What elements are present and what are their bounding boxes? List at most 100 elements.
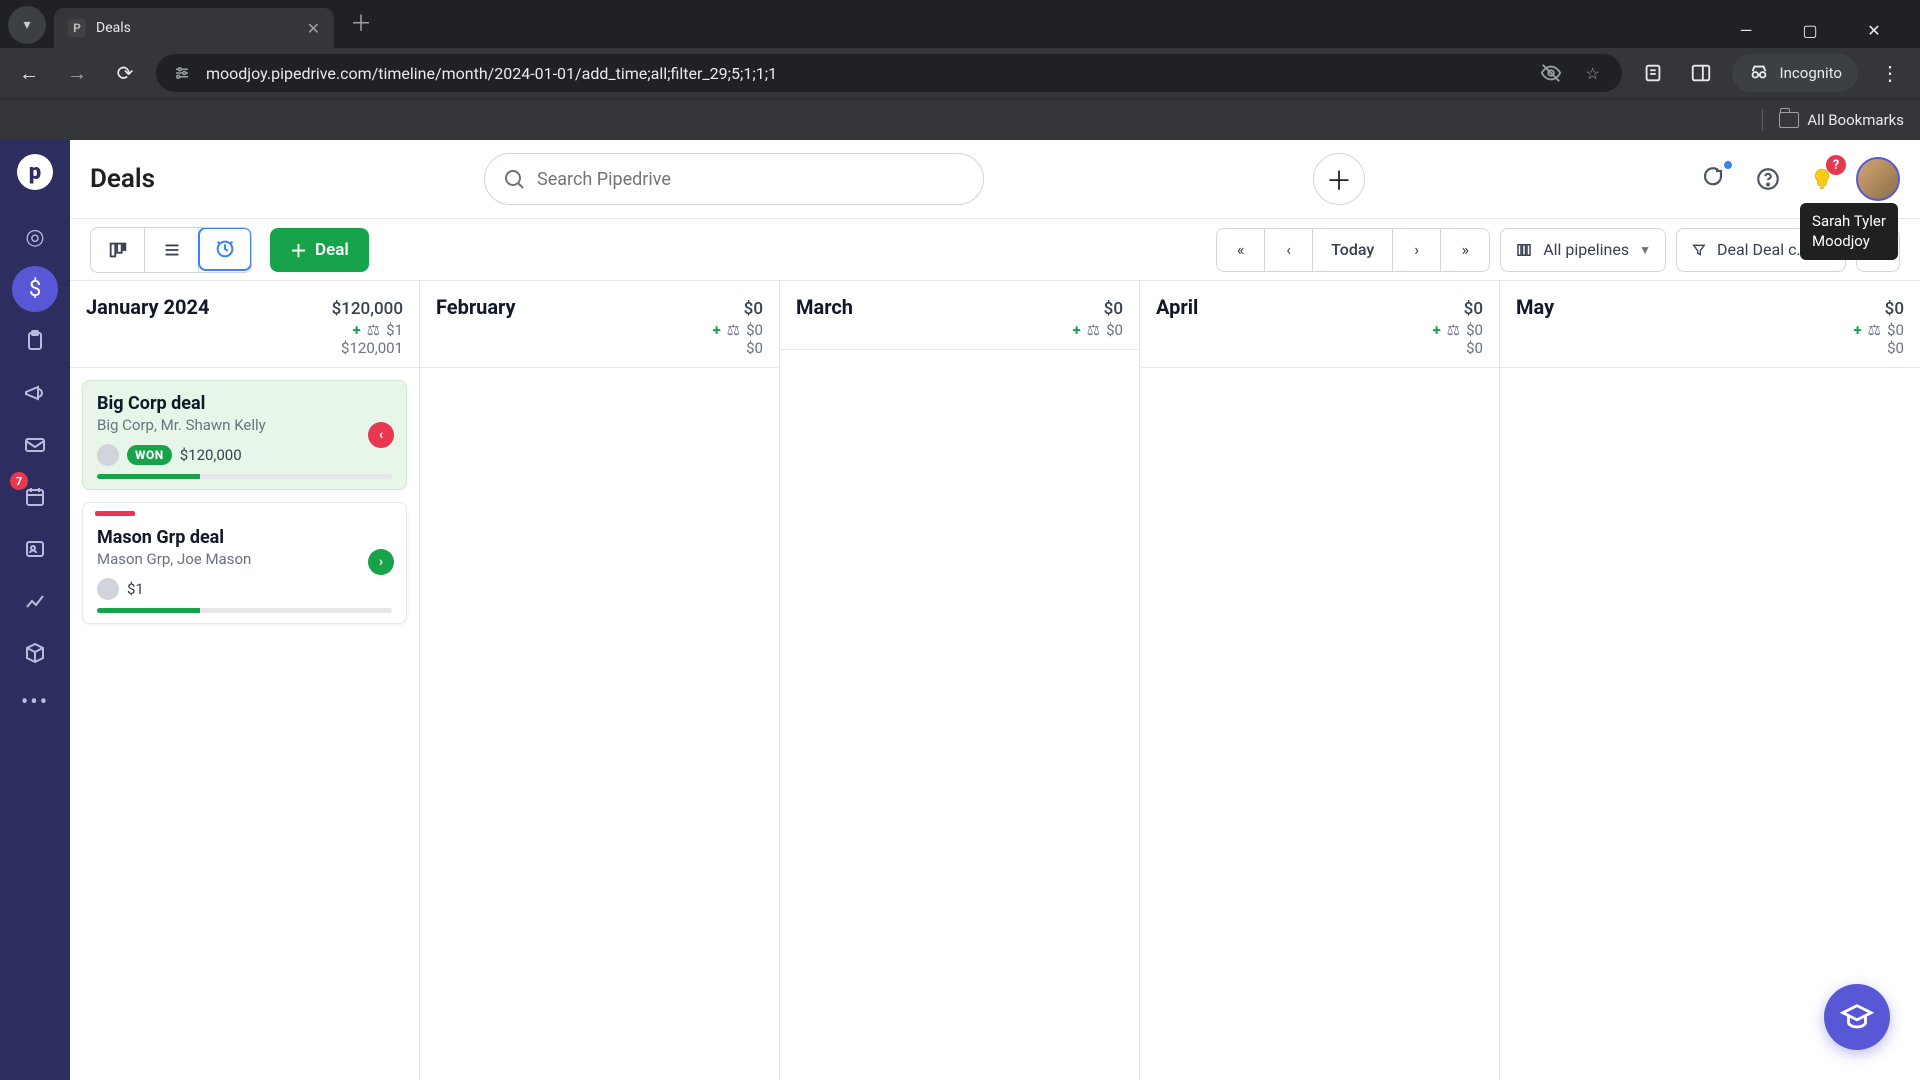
month-header: February $0 +⚖$0 $0 <box>420 281 779 368</box>
chart-icon <box>23 589 47 613</box>
month-column-january: January 2024 $120,000 +⚖$1 $120,001 Big … <box>70 281 420 1080</box>
sidepanel-icon[interactable] <box>1684 56 1718 90</box>
quick-add-button[interactable]: ＋ <box>1313 153 1365 205</box>
mail-icon <box>23 433 47 457</box>
graduation-cap-icon <box>1840 1000 1874 1034</box>
maximize-icon[interactable]: ▢ <box>1792 21 1828 40</box>
tab-search-caret-icon[interactable]: ▾ <box>8 6 46 44</box>
view-list-button[interactable] <box>145 228 199 272</box>
academy-fab[interactable] <box>1824 984 1890 1050</box>
new-tab-button[interactable]: ＋ <box>350 6 372 38</box>
month-header: January 2024 $120,000 +⚖$1 $120,001 <box>70 281 419 368</box>
eye-off-icon[interactable] <box>1536 62 1566 84</box>
sidebar-item-contacts[interactable] <box>12 526 58 572</box>
month-body: Big Corp deal Big Corp, Mr. Shawn Kelly … <box>70 368 419 1080</box>
deal-subtitle: Big Corp, Mr. Shawn Kelly <box>97 416 392 434</box>
month-header: April $0 +⚖$0 $0 <box>1140 281 1499 368</box>
month-weighted: $0 <box>1466 321 1483 339</box>
incognito-chip[interactable]: Incognito <box>1732 54 1858 92</box>
scale-icon: ⚖ <box>1447 321 1460 339</box>
arrow-left-icon[interactable]: ‹ <box>368 422 394 448</box>
megaphone-icon <box>23 381 47 405</box>
rotting-indicator <box>95 511 135 516</box>
box-icon <box>23 641 47 665</box>
reload-icon[interactable]: ⟳ <box>108 56 142 90</box>
deal-amount: $120,000 <box>180 446 242 464</box>
today-button[interactable]: Today <box>1313 229 1393 271</box>
search-input[interactable] <box>484 153 984 205</box>
user-avatar[interactable]: Sarah Tyler Moodjoy <box>1856 157 1900 201</box>
add-deal-button[interactable]: ＋ Deal <box>270 228 369 272</box>
plus-icon: + <box>1432 321 1440 339</box>
media-icon[interactable] <box>1636 56 1670 90</box>
month-body <box>1500 368 1920 1080</box>
pipeline-filter[interactable]: All pipelines ▼ <box>1500 228 1666 272</box>
month-total: $0 <box>1104 299 1123 319</box>
folder-icon <box>1779 112 1799 128</box>
browser-tab[interactable]: P Deals ✕ <box>54 8 334 48</box>
sidebar-item-deals[interactable]: $ <box>12 266 58 312</box>
tooltip-org: Moodjoy <box>1812 231 1886 251</box>
bookmarks-bar: All Bookmarks <box>0 98 1920 140</box>
view-forecast-button[interactable] <box>198 227 252 271</box>
date-nav: « ‹ Today › » <box>1216 228 1490 272</box>
sidebar-item-mail[interactable] <box>12 422 58 468</box>
sidebar-item-products[interactable] <box>12 630 58 676</box>
progress-bar <box>97 474 392 479</box>
forward-icon: → <box>60 56 94 90</box>
plus-icon: ＋ <box>290 237 307 262</box>
sidebar-more-icon[interactable]: ••• <box>21 690 49 715</box>
month-name: January 2024 <box>86 295 209 319</box>
arrow-right-icon[interactable]: › <box>368 549 394 575</box>
url-text: moodjoy.pipedrive.com/timeline/month/202… <box>206 64 1524 83</box>
deal-amount: $1 <box>127 580 144 598</box>
address-bar[interactable]: moodjoy.pipedrive.com/timeline/month/202… <box>156 54 1622 92</box>
separator <box>1762 109 1763 131</box>
last-page-icon[interactable]: » <box>1441 229 1489 271</box>
month-column-april: April $0 +⚖$0 $0 <box>1140 281 1500 1080</box>
pipedrive-logo-icon[interactable]: p <box>17 154 53 190</box>
all-bookmarks-label: All Bookmarks <box>1807 111 1904 129</box>
first-page-icon[interactable]: « <box>1217 229 1265 271</box>
apps-icon[interactable] <box>1694 159 1734 199</box>
minimize-icon[interactable]: — <box>1728 21 1764 40</box>
timeline: January 2024 $120,000 +⚖$1 $120,001 Big … <box>70 280 1920 1080</box>
sidebar-item-campaigns[interactable] <box>12 370 58 416</box>
prev-icon[interactable]: ‹ <box>1265 229 1313 271</box>
all-bookmarks-link[interactable]: All Bookmarks <box>1779 111 1904 129</box>
month-column-march: March $0 +⚖$0 <box>780 281 1140 1080</box>
badge: 7 <box>10 472 28 490</box>
sidebar-item-focus[interactable]: ◎ <box>12 214 58 260</box>
sidebar-item-activities[interactable]: 7 <box>12 474 58 520</box>
close-icon[interactable]: ✕ <box>307 19 320 38</box>
sidebar-item-insights[interactable] <box>12 578 58 624</box>
sidebar-item-projects[interactable] <box>12 318 58 364</box>
toolbar: ＋ Deal « ‹ Today › » All pipelines ▼ <box>70 218 1920 280</box>
month-name: May <box>1516 295 1554 319</box>
progress-bar <box>97 608 392 613</box>
deal-card[interactable]: Mason Grp deal Mason Grp, Joe Mason › $1 <box>82 502 407 624</box>
deal-title: Big Corp deal <box>97 393 392 414</box>
month-name: February <box>436 295 516 319</box>
site-settings-icon[interactable] <box>170 61 194 85</box>
toolbar-right: « ‹ Today › » All pipelines ▼ Deal Deal … <box>1216 228 1900 272</box>
help-icon[interactable] <box>1748 159 1788 199</box>
pipeline-label: All pipelines <box>1543 240 1629 259</box>
deal-title: Mason Grp deal <box>97 527 392 548</box>
close-window-icon[interactable]: ✕ <box>1856 21 1892 40</box>
filter-icon <box>1691 242 1707 258</box>
tab-strip: ▾ P Deals ✕ ＋ — ▢ ✕ <box>0 0 1920 48</box>
month-header: May $0 +⚖$0 $0 <box>1500 281 1920 368</box>
star-icon[interactable]: ☆ <box>1578 64 1608 83</box>
tips-icon[interactable]: ? <box>1802 159 1842 199</box>
avatar-tooltip: Sarah Tyler Moodjoy <box>1800 203 1898 260</box>
next-icon[interactable]: › <box>1393 229 1441 271</box>
month-total: $0 <box>1885 299 1904 319</box>
browser-menu-icon[interactable]: ⋮ <box>1872 61 1908 85</box>
view-pipeline-button[interactable] <box>91 228 145 272</box>
back-icon[interactable]: ← <box>12 56 46 90</box>
deal-card[interactable]: Big Corp deal Big Corp, Mr. Shawn Kelly … <box>82 380 407 490</box>
scale-icon: ⚖ <box>1868 321 1881 339</box>
app-header: Deals ＋ ? <box>70 140 1920 218</box>
month-column-february: February $0 +⚖$0 $0 <box>420 281 780 1080</box>
